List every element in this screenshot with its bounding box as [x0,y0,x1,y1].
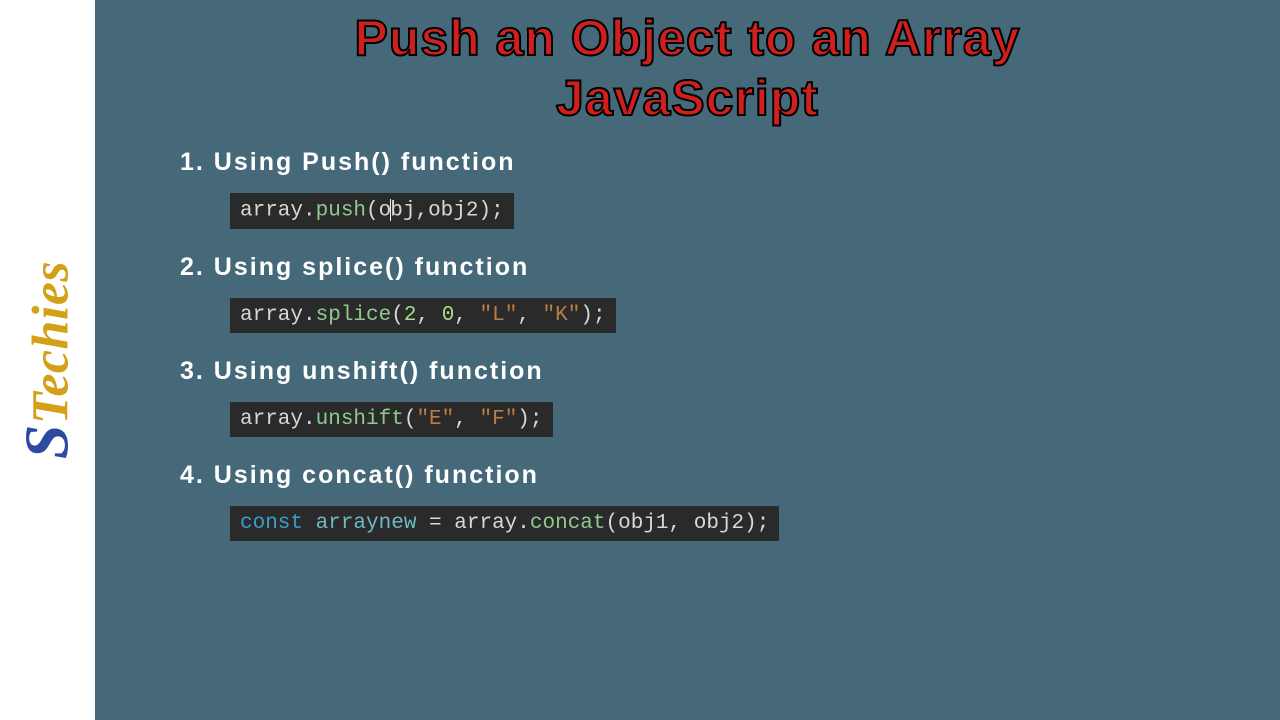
heading-unshift: 3. Using unshift() function [180,357,1280,386]
code-open: ( [366,200,379,223]
code-close: ); [580,304,605,327]
code-fn: push [316,200,366,223]
code-str: "L" [480,304,518,327]
logo-rest: echies [22,261,79,397]
heading-push: 1. Using Push() function [180,148,1280,177]
code-close: ); [517,408,542,431]
code-close: ); [478,200,503,223]
code-obj: array [454,512,517,535]
code-eq: = [416,512,454,535]
code-str: "E" [416,408,454,431]
code-unshift: array.unshift("E", "F"); [230,402,553,437]
code-comma: , [454,408,479,431]
code-str: "K" [543,304,581,327]
code-num: 0 [442,304,455,327]
heading-splice: 2. Using splice() function [180,253,1280,282]
logo-s: S [13,424,81,459]
title-line2: JavaScript [556,70,819,126]
section-unshift: 3. Using unshift() function array.unshif… [180,357,1280,437]
code-splice: array.splice(2, 0, "L", "K"); [230,298,616,333]
code-dot: . [303,408,316,431]
code-open: ( [606,512,619,535]
section-push: 1. Using Push() function array.push(obj,… [180,148,1280,229]
code-fn: splice [316,304,392,327]
main-content: Push an Object to an Array JavaScript 1.… [95,0,1280,720]
code-dot: . [303,200,316,223]
code-arg-post: bj,obj2 [390,200,478,223]
code-open: ( [404,408,417,431]
title-line1: Push an Object to an Array [355,10,1021,66]
code-push: array.push(obj,obj2); [230,193,514,229]
code-dot: . [517,512,530,535]
heading-concat: 4. Using concat() function [180,461,1280,490]
section-splice: 2. Using splice() function array.splice(… [180,253,1280,333]
code-obj: array [240,304,303,327]
code-open: ( [391,304,404,327]
code-close: ); [744,512,769,535]
brand-logo: STechies [12,261,83,459]
code-kw: const [240,512,303,535]
code-obj: array [240,200,303,223]
page-title: Push an Object to an Array JavaScript [95,8,1280,128]
code-var: arraynew [316,512,417,535]
code-fn: concat [530,512,606,535]
code-comma: , [454,304,479,327]
logo-t: T [22,397,79,425]
code-args: obj1, obj2 [618,512,744,535]
code-str: "F" [479,408,517,431]
section-concat: 4. Using concat() function const arrayne… [180,461,1280,541]
code-concat: const arraynew = array.concat(obj1, obj2… [230,506,779,541]
code-dot: . [303,304,316,327]
code-num: 2 [404,304,417,327]
code-space [303,512,316,535]
code-obj: array [240,408,303,431]
code-comma: , [416,304,441,327]
sidebar: STechies [0,0,95,720]
code-comma: , [517,304,542,327]
code-fn: unshift [316,408,404,431]
